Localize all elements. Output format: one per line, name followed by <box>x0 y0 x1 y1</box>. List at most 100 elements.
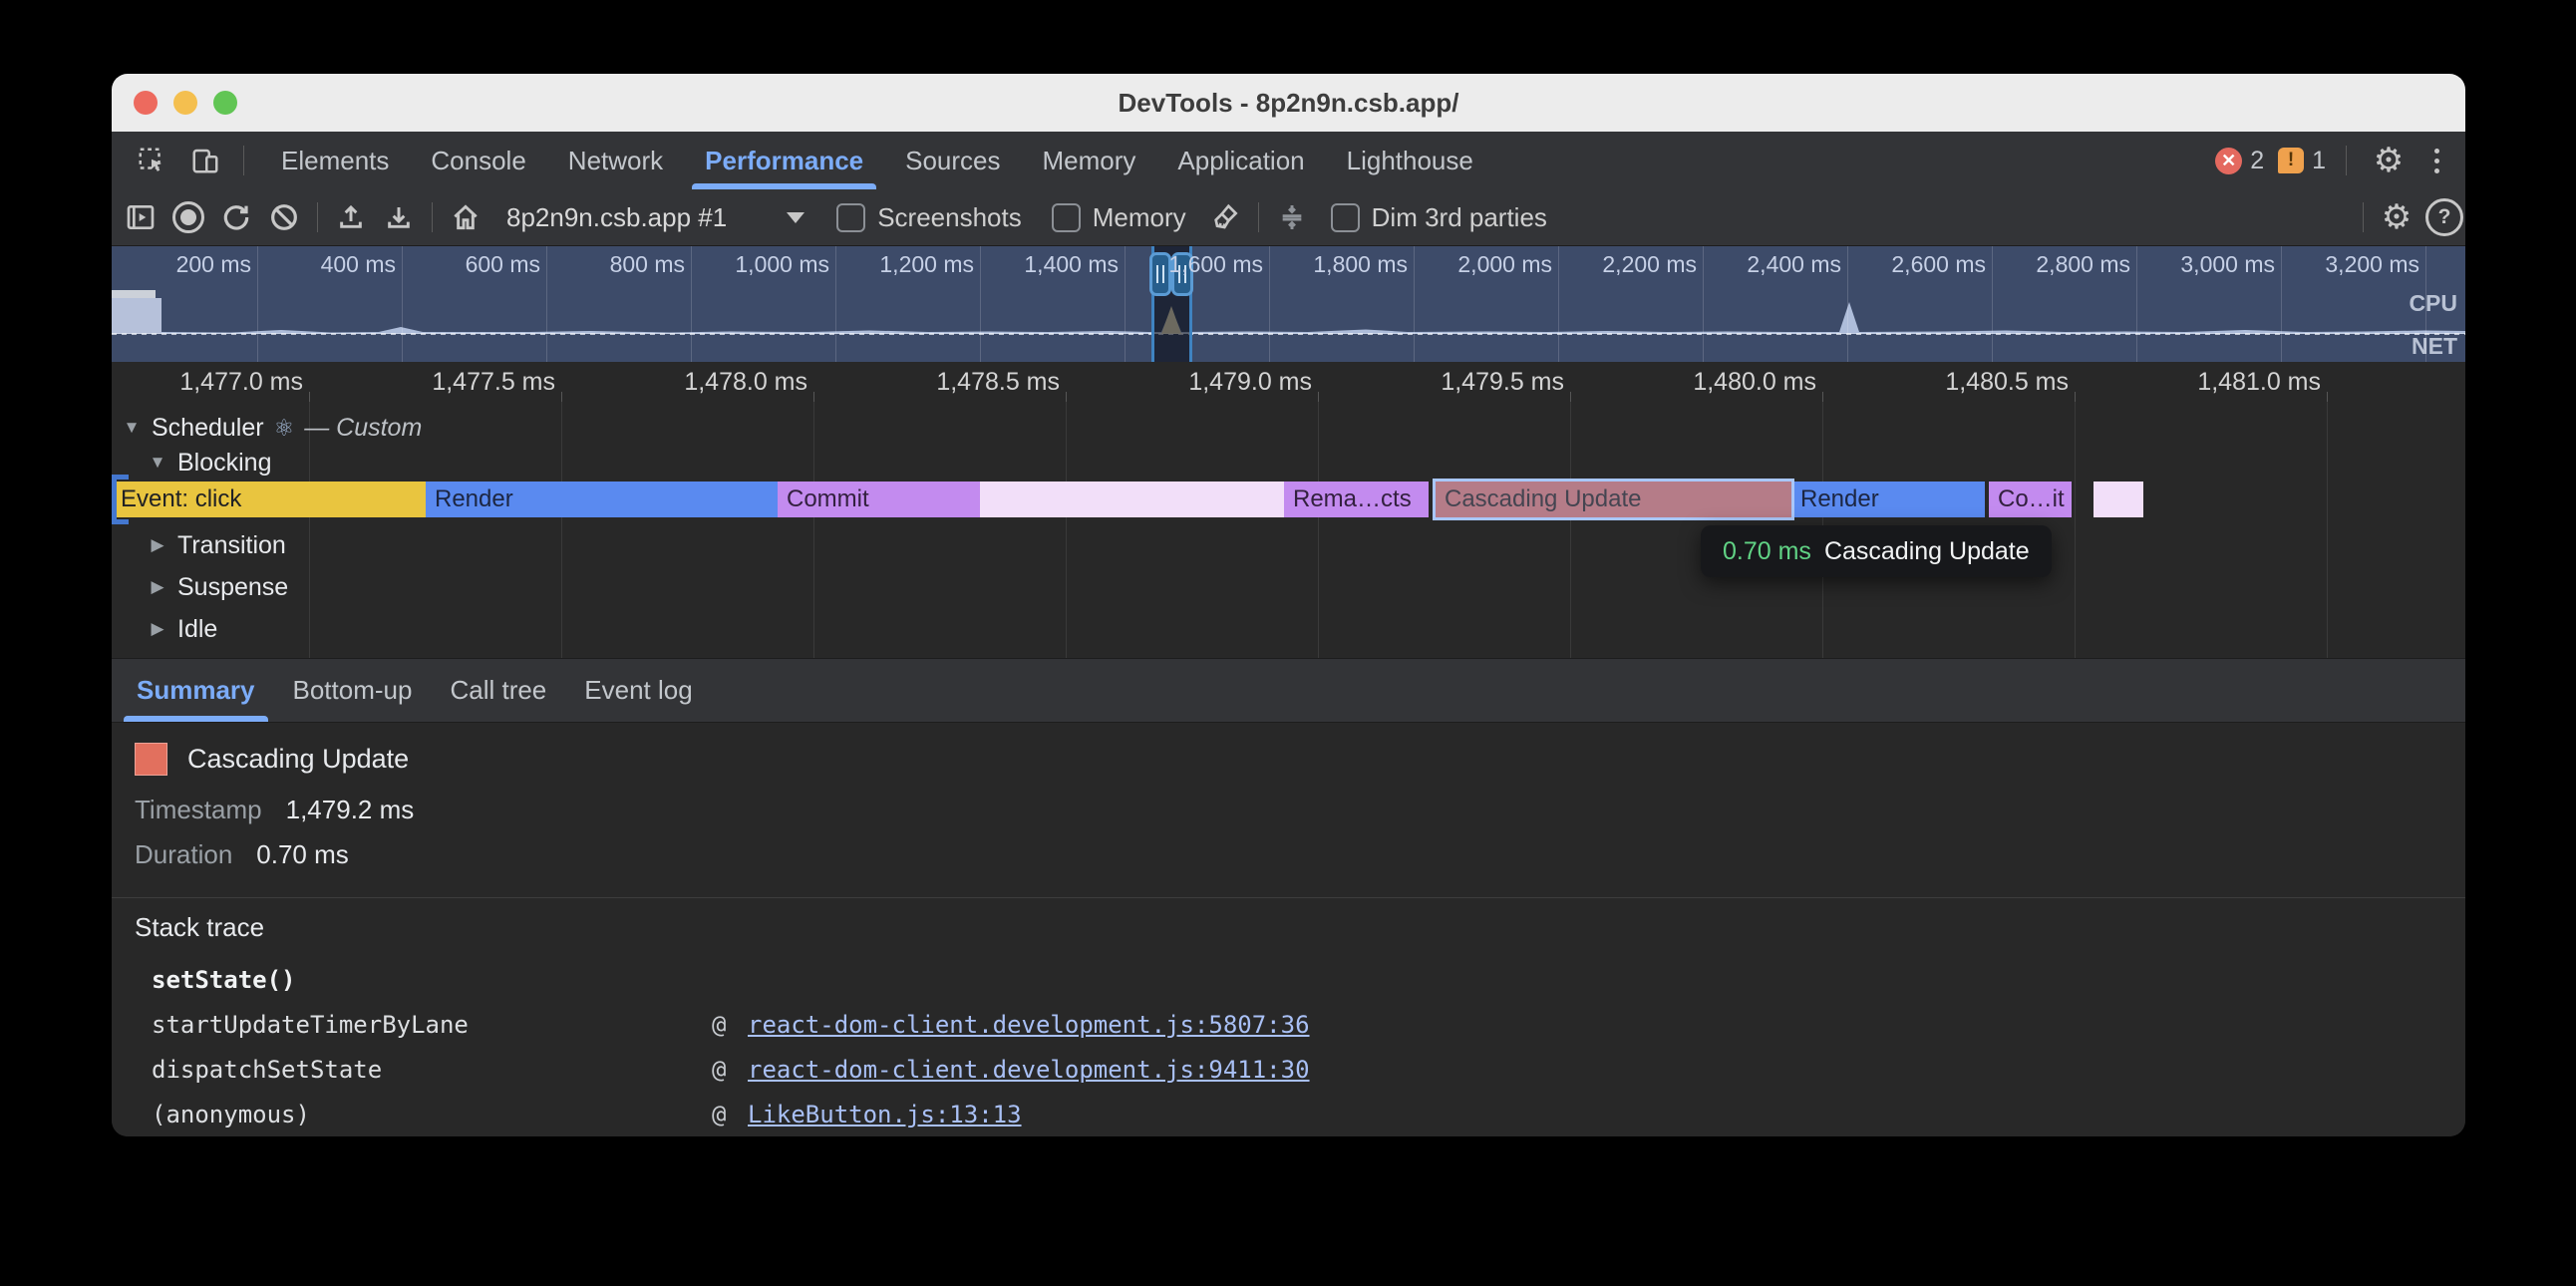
stack-frame: dispatchSetState@react-dom-client.develo… <box>112 1050 2465 1094</box>
stack-frame: startUpdateTimerByLane @ react-dom-client.… <box>112 1005 2465 1049</box>
summary-row-timestamp: Timestamp1,479.2 ms <box>135 795 414 825</box>
tab-application[interactable]: Application <box>1156 132 1325 189</box>
track-gridline <box>1318 402 1319 658</box>
stack-trace-heading: Stack trace <box>135 912 264 943</box>
summary-value: 0.70 ms <box>256 839 349 869</box>
stack-frame-function: startUpdateTimerByLane <box>152 1011 469 1039</box>
tab-network[interactable]: Network <box>547 132 684 189</box>
summary-value: 1,479.2 ms <box>286 795 415 824</box>
tab-performance[interactable]: Performance <box>684 132 884 189</box>
home-icon[interactable] <box>445 196 486 238</box>
event-bar-render[interactable]: Render <box>426 482 778 517</box>
group-label: Blocking <box>177 449 272 478</box>
dim-3rd-parties-checkbox[interactable]: Dim 3rd parties <box>1319 202 1559 233</box>
details-tab-event-log[interactable]: Event log <box>565 659 711 722</box>
help-icon[interactable]: ? <box>2423 196 2465 238</box>
upload-profile-icon[interactable] <box>330 196 372 238</box>
event-tooltip: 0.70 ms Cascading Update <box>1701 525 2052 577</box>
garbage-collect-icon[interactable] <box>1204 196 1246 238</box>
settings-gear-icon[interactable]: ⚙ <box>2367 139 2411 182</box>
event-bar-event-click[interactable]: Event: click <box>112 482 426 517</box>
group-blocking[interactable]: ▼ Blocking <box>148 448 272 478</box>
performance-toolbar: 8p2n9n.csb.app #1 Screenshots Memory <box>112 189 2465 246</box>
tab-sources[interactable]: Sources <box>884 132 1021 189</box>
record-icon[interactable] <box>167 196 209 238</box>
scheduler-track-area: ▼ Scheduler ⚛ — Custom ▼ Blocking Event:… <box>112 402 2465 658</box>
event-bar-render[interactable]: Render <box>1791 482 1985 517</box>
error-badge[interactable]: ✕ 2 <box>2215 147 2264 175</box>
separator <box>317 202 318 232</box>
details-tab-bottom-up[interactable]: Bottom-up <box>274 659 432 722</box>
target-selector[interactable]: 8p2n9n.csb.app #1 <box>492 202 818 233</box>
tab-elements[interactable]: Elements <box>260 132 410 189</box>
ruler-tick-label: 1,478.0 ms <box>628 368 807 397</box>
minimize-window-button[interactable] <box>173 91 197 115</box>
close-window-button[interactable] <box>134 91 158 115</box>
overview-tick-label: 2,400 ms <box>1690 251 1841 278</box>
event-bar-rema-cts[interactable]: Rema…cts <box>1284 482 1429 517</box>
event-color-swatch <box>135 743 167 776</box>
tab-console[interactable]: Console <box>410 132 546 189</box>
zoom-window-button[interactable] <box>213 91 237 115</box>
device-toolbar-icon[interactable] <box>183 139 227 182</box>
stack-frame-source-link[interactable]: LikeButton.js:13:13 <box>748 1101 1022 1128</box>
memory-checkbox[interactable]: Memory <box>1040 202 1198 233</box>
event-bar-co-it[interactable]: Co…it <box>1989 482 2072 517</box>
group-idle[interactable]: ▶ Idle <box>148 613 217 645</box>
triangle-down-icon: ▼ <box>122 418 142 438</box>
scheduler-track-header[interactable]: ▼ Scheduler ⚛ — Custom <box>122 412 422 444</box>
summary-title: Cascading Update <box>187 744 409 775</box>
ruler-tick <box>1318 392 1319 402</box>
net-strip-label: NET <box>2412 333 2457 360</box>
timeline-overview[interactable]: CPU NET 200 ms400 ms600 ms800 ms1,000 ms… <box>112 246 2465 362</box>
summary-row-duration: Duration0.70 ms <box>135 839 349 870</box>
ruler-tick-label: 1,478.5 ms <box>880 368 1060 397</box>
tabbar-right: ✕ 2 ! 1 ⚙ <box>2215 139 2465 182</box>
group-suspense[interactable]: ▶ Suspense <box>148 571 288 603</box>
overview-tick-label: 3,400 ms <box>2413 251 2465 278</box>
reload-and-record-icon[interactable] <box>215 196 257 238</box>
checkbox-box <box>1331 203 1360 232</box>
more-options-icon[interactable] <box>2424 145 2449 177</box>
overview-tick-label: 400 ms <box>244 251 396 278</box>
inspect-element-icon[interactable] <box>130 139 173 182</box>
memory-label: Memory <box>1093 202 1186 233</box>
details-tab-summary[interactable]: Summary <box>118 659 274 722</box>
tab-lighthouse[interactable]: Lighthouse <box>1326 132 1494 189</box>
stack-frame-source-link[interactable]: react-dom-client.development.js:5807:36 <box>748 1011 1310 1039</box>
collapse-sections-icon[interactable] <box>1271 196 1313 238</box>
group-transition[interactable]: ▶ Transition <box>148 529 286 561</box>
error-icon: ✕ <box>2215 148 2242 174</box>
separator <box>1258 202 1259 232</box>
details-tab-call-tree[interactable]: Call tree <box>431 659 565 722</box>
cpu-strip-label: CPU <box>2409 290 2457 317</box>
ruler-tick-label: 1,477.5 ms <box>376 368 555 397</box>
toggle-sidebar-icon[interactable] <box>120 196 161 238</box>
stack-frame-at: @ <box>712 1011 726 1039</box>
clear-icon[interactable] <box>263 196 305 238</box>
details-tabbar: SummaryBottom-upCall treeEvent log <box>112 658 2465 723</box>
ruler-tick-label: 1,479.5 ms <box>1385 368 1564 397</box>
ruler-tick <box>2075 392 2076 402</box>
capture-settings-gear-icon[interactable]: ⚙ <box>2376 196 2417 238</box>
event-bar-commit[interactable]: Commit <box>778 482 980 517</box>
download-profile-icon[interactable] <box>378 196 420 238</box>
event-bar-cascading-update[interactable]: Cascading Update <box>1436 482 1791 517</box>
ruler-tick-label: 1,479.0 ms <box>1132 368 1312 397</box>
overview-tick-label: 1,800 ms <box>1256 251 1408 278</box>
overview-tick-label: 1,400 ms <box>967 251 1119 278</box>
tab-memory[interactable]: Memory <box>1022 132 1157 189</box>
overview-tick-label: 3,000 ms <box>2123 251 2275 278</box>
screenshots-checkbox[interactable]: Screenshots <box>824 202 1034 233</box>
stack-frame-at: @ <box>712 1101 726 1128</box>
event-bar-unlabeled[interactable] <box>980 482 1284 517</box>
event-bar-unlabeled[interactable] <box>2093 482 2143 517</box>
track-gridline <box>2075 402 2076 658</box>
selected-range-bracket <box>112 475 133 524</box>
warning-badge[interactable]: ! 1 <box>2278 147 2326 175</box>
stack-frame-source-link[interactable]: react-dom-client.development.js:9411:30 <box>748 1056 1310 1084</box>
warning-icon: ! <box>2278 148 2304 173</box>
checkbox-box <box>836 203 865 232</box>
target-selector-value: 8p2n9n.csb.app #1 <box>506 202 727 233</box>
stack-frame-function: setState() <box>152 966 296 994</box>
